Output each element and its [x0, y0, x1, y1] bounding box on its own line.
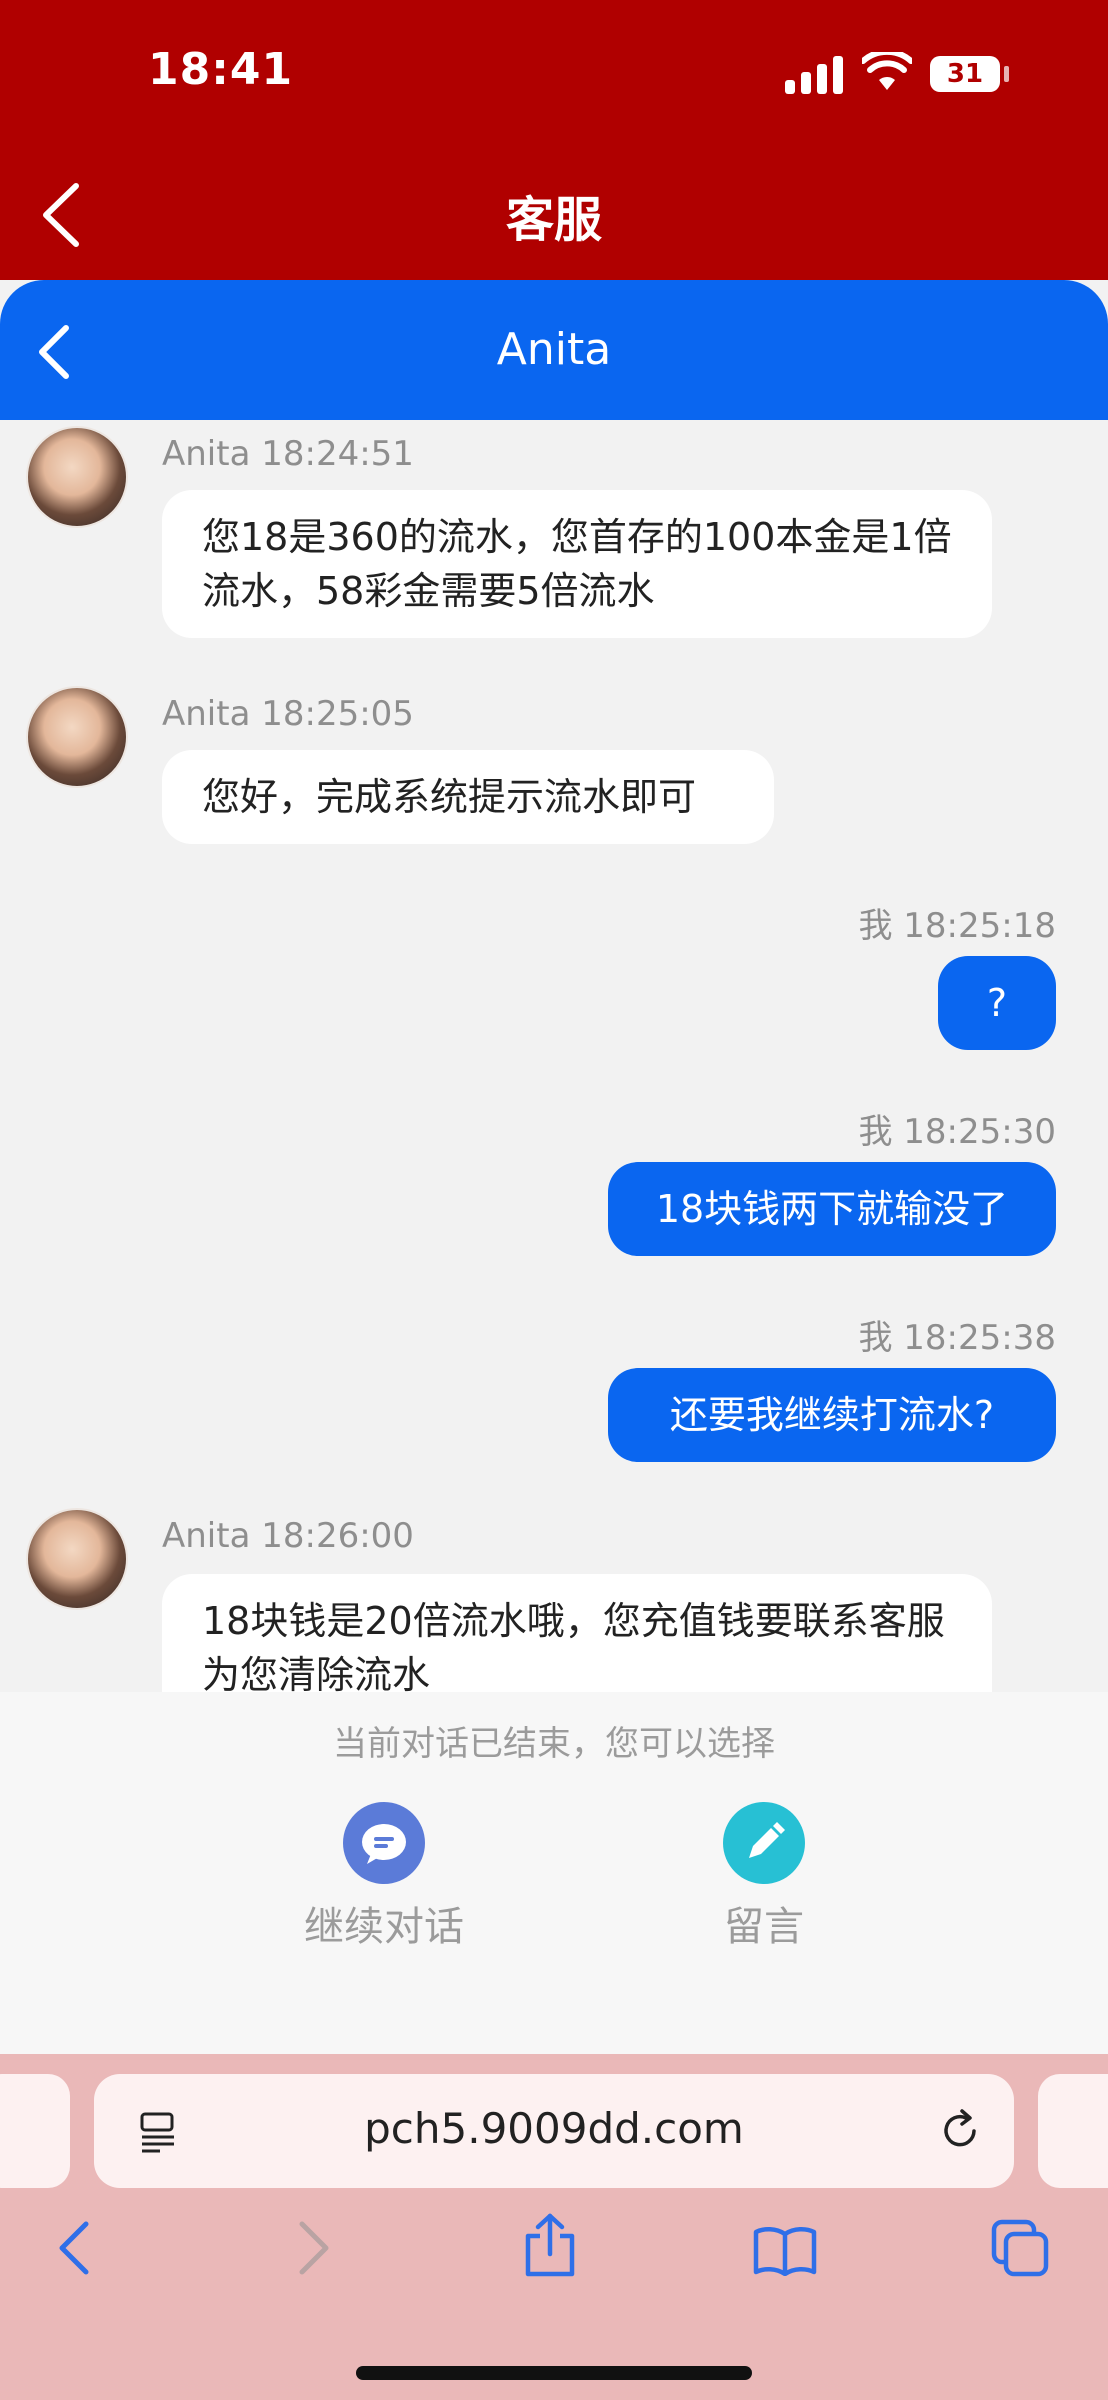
- browser-forward-icon[interactable]: [292, 2220, 336, 2276]
- home-indicator: [356, 2366, 752, 2380]
- battery-nub: [1004, 66, 1009, 82]
- message-meta: 我 18:25:38: [858, 1318, 1056, 1358]
- message-bubble: 18块钱是20倍流水哦，您充值钱要联系客服为您清除流水: [162, 1574, 992, 1692]
- leave-message-label: 留言: [724, 1904, 804, 1950]
- address-bar[interactable]: pch5.9009dd.com: [94, 2074, 1014, 2188]
- message-meta: 我 18:25:18: [858, 906, 1056, 946]
- message-bubble: ?: [938, 956, 1056, 1050]
- status-bar: 18:41 31: [0, 0, 1108, 150]
- message-meta: 我 18:25:30: [858, 1112, 1056, 1152]
- share-icon[interactable]: [520, 2212, 580, 2278]
- message-meta: Anita 18:26:00: [162, 1516, 414, 1556]
- message-bubble: 还要我继续打流水?: [608, 1368, 1056, 1462]
- continue-conversation-label: 继续对话: [304, 1904, 464, 1950]
- page-header: 客服: [0, 150, 1108, 280]
- reload-icon[interactable]: [936, 2106, 986, 2156]
- pencil-icon: [723, 1802, 805, 1884]
- next-tab-preview[interactable]: [1038, 2074, 1108, 2188]
- page-title: 客服: [505, 192, 602, 248]
- agent-avatar: [26, 426, 128, 528]
- continue-conversation-button[interactable]: 继续对话: [254, 1802, 514, 1952]
- cellular-signal-icon: [785, 54, 845, 94]
- agent-avatar: [26, 1508, 128, 1610]
- conversation-ended-notice: 当前对话已结束，您可以选择: [333, 1724, 775, 1764]
- chat-title: Anita: [496, 324, 612, 375]
- message-bubble: 您18是360的流水，您首存的100本金是1倍流水，58彩金需要5倍流水: [162, 490, 992, 638]
- tabs-icon[interactable]: [990, 2218, 1050, 2278]
- wifi-icon: [862, 52, 912, 90]
- bookmarks-icon[interactable]: [752, 2224, 818, 2276]
- chat-message-list[interactable]: Anita 18:24:51 您18是360的流水，您首存的100本金是1倍流水…: [0, 420, 1108, 1692]
- previous-tab-preview[interactable]: [0, 2074, 70, 2188]
- url-text: pch5.9009dd.com: [364, 2104, 744, 2153]
- message-bubble: 18块钱两下就输没了: [608, 1162, 1056, 1256]
- browser-back-icon[interactable]: [52, 2220, 96, 2276]
- chat-header: Anita: [0, 280, 1108, 420]
- agent-avatar: [26, 686, 128, 788]
- status-time: 18:41: [148, 44, 294, 95]
- chat-bubble-icon: [343, 1802, 425, 1884]
- conversation-ended-panel: 当前对话已结束，您可以选择 继续对话 留言: [0, 1692, 1108, 2054]
- message-meta: Anita 18:25:05: [162, 694, 414, 734]
- browser-toolbar: pch5.9009dd.com: [0, 2054, 1108, 2400]
- battery-icon: 31: [930, 56, 1000, 92]
- leave-message-button[interactable]: 留言: [634, 1802, 894, 1952]
- message-bubble: 您好，完成系统提示流水即可: [162, 750, 774, 844]
- message-meta: Anita 18:24:51: [162, 434, 414, 474]
